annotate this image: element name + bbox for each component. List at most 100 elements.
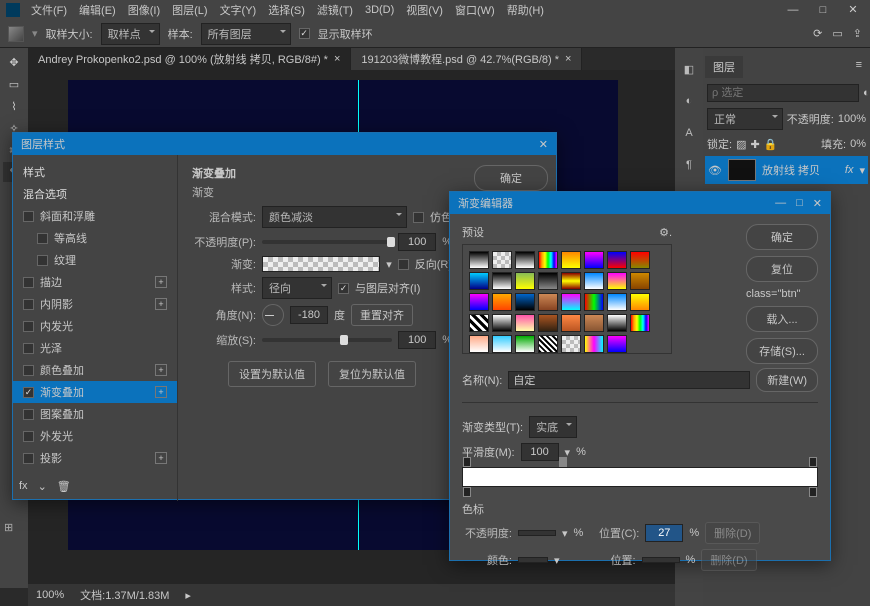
color-stop[interactable] <box>809 487 817 497</box>
preset-swatch[interactable] <box>538 272 558 290</box>
close-icon[interactable]: ✕ <box>842 2 864 17</box>
menu-help[interactable]: 帮助(H) <box>502 0 549 20</box>
arrange-icon[interactable]: ▭ <box>832 27 842 40</box>
preset-swatch[interactable] <box>561 335 581 353</box>
tab-close-icon[interactable]: × <box>565 53 571 65</box>
menu-window[interactable]: 窗口(W) <box>450 0 500 20</box>
sample-dropdown[interactable]: 所有图层 <box>201 23 291 45</box>
preset-swatch[interactable] <box>515 293 535 311</box>
reverse-checkbox[interactable] <box>398 259 409 270</box>
preset-swatch[interactable] <box>492 314 512 332</box>
name-input[interactable] <box>508 371 750 389</box>
reset-default-button[interactable]: 复位为默认值 <box>328 361 416 387</box>
visibility-icon[interactable]: 👁 <box>708 164 722 177</box>
gear-icon[interactable]: ⚙. <box>659 226 672 239</box>
preset-swatch[interactable] <box>469 314 489 332</box>
satin-checkbox[interactable] <box>23 343 34 354</box>
preset-swatch[interactable] <box>538 314 558 332</box>
preset-swatch[interactable] <box>561 293 581 311</box>
preset-swatch[interactable] <box>515 251 535 269</box>
preset-swatch[interactable] <box>538 251 558 269</box>
stop-opacity-input[interactable] <box>518 530 556 536</box>
angle-input[interactable]: -180 <box>290 306 328 324</box>
opacity-stop[interactable] <box>463 457 471 467</box>
maximize-icon[interactable]: □ <box>796 197 803 210</box>
outer-glow-checkbox[interactable] <box>23 431 34 442</box>
eyedropper-icon[interactable] <box>8 26 24 42</box>
preset-swatch[interactable] <box>492 335 512 353</box>
make-default-button[interactable]: 设置为默认值 <box>228 361 316 387</box>
marquee-tool[interactable]: ▭ <box>3 74 25 94</box>
layer-thumb[interactable] <box>728 159 756 181</box>
minimize-icon[interactable]: — <box>775 197 786 210</box>
char-icon[interactable]: A <box>680 124 698 142</box>
close-icon[interactable]: ✕ <box>539 138 548 151</box>
layers-tab[interactable]: 图层 <box>705 56 743 78</box>
layer-name[interactable]: 放射线 拷贝 <box>762 162 820 178</box>
preset-swatch[interactable] <box>492 272 512 290</box>
smooth-input[interactable]: 100 <box>521 443 559 461</box>
new-button[interactable]: 新建(W) <box>756 368 818 392</box>
layer-filter-input[interactable] <box>707 84 859 102</box>
preset-swatch[interactable] <box>607 314 627 332</box>
gradient-bar[interactable] <box>462 467 818 487</box>
drop-shadow-item[interactable]: 投影 <box>40 450 155 466</box>
preset-swatch[interactable] <box>538 293 558 311</box>
type-select[interactable]: 实底 <box>529 416 577 438</box>
move-tool[interactable]: ✥ <box>3 52 25 72</box>
preset-swatch[interactable] <box>630 314 650 332</box>
reset-align-button[interactable]: 重置对齐 <box>351 304 413 326</box>
angle-dial[interactable] <box>262 304 284 326</box>
style-select[interactable]: 径向 <box>262 277 332 299</box>
menu-file[interactable]: 文件(F) <box>26 0 72 20</box>
contour-checkbox[interactable] <box>37 233 48 244</box>
stop-loc-input[interactable]: 27 <box>645 524 683 542</box>
add-icon[interactable]: + <box>155 364 167 376</box>
preset-swatch[interactable] <box>561 272 581 290</box>
preset-swatch[interactable] <box>492 251 512 269</box>
preset-swatch[interactable] <box>469 251 489 269</box>
stop-color-swatch[interactable] <box>518 557 548 563</box>
preset-swatch[interactable] <box>515 314 535 332</box>
panel-menu-icon[interactable]: ≡ <box>856 59 862 71</box>
preset-swatch[interactable] <box>584 314 604 332</box>
menu-3d[interactable]: 3D(D) <box>360 2 399 18</box>
satin-item[interactable]: 光泽 <box>40 340 167 356</box>
preset-swatch[interactable] <box>607 335 627 353</box>
inner-shadow-item[interactable]: 内阴影 <box>40 296 155 312</box>
bevel-checkbox[interactable] <box>23 211 34 222</box>
fill-value[interactable]: 0% <box>850 138 866 150</box>
sample-size-dropdown[interactable]: 取样点 <box>101 23 160 45</box>
menu-layer[interactable]: 图层(L) <box>167 0 212 20</box>
para-icon[interactable]: ¶ <box>680 156 698 174</box>
color-icon[interactable]: ◐ <box>680 92 698 110</box>
menu-view[interactable]: 视图(V) <box>401 0 448 20</box>
menu-select[interactable]: 选择(S) <box>263 0 310 20</box>
drop-shadow-checkbox[interactable] <box>23 453 34 464</box>
grad-overlay-checkbox[interactable] <box>23 387 34 398</box>
preset-swatch[interactable] <box>492 293 512 311</box>
outer-glow-item[interactable]: 外发光 <box>40 428 167 444</box>
tab-close-icon[interactable]: × <box>334 53 340 65</box>
color-stop[interactable] <box>463 487 471 497</box>
texture-checkbox[interactable] <box>37 255 48 266</box>
menu-type[interactable]: 文字(Y) <box>215 0 262 20</box>
preset-swatch[interactable] <box>584 335 604 353</box>
zoom-level[interactable]: 100% <box>36 589 64 601</box>
lasso-tool[interactable]: ⌇ <box>3 96 25 116</box>
preset-swatch[interactable] <box>607 293 627 311</box>
preset-swatch[interactable] <box>538 335 558 353</box>
preset-swatch[interactable] <box>630 251 650 269</box>
preset-swatch[interactable] <box>561 251 581 269</box>
contour-item[interactable]: 等高线 <box>54 230 167 246</box>
ok-button[interactable]: 确定 <box>474 165 548 191</box>
menu-image[interactable]: 图像(I) <box>123 0 165 20</box>
scale-slider[interactable] <box>262 338 392 342</box>
preset-swatch[interactable] <box>630 272 650 290</box>
preset-swatch[interactable] <box>630 293 650 311</box>
chevron-down-icon[interactable]: ⌄ <box>38 480 47 493</box>
pattern-overlay-item[interactable]: 图案叠加 <box>40 406 167 422</box>
preset-swatch[interactable] <box>515 335 535 353</box>
styles-header[interactable]: 样式 <box>13 161 177 183</box>
lock-pixels-icon[interactable]: ▨ <box>736 138 746 151</box>
